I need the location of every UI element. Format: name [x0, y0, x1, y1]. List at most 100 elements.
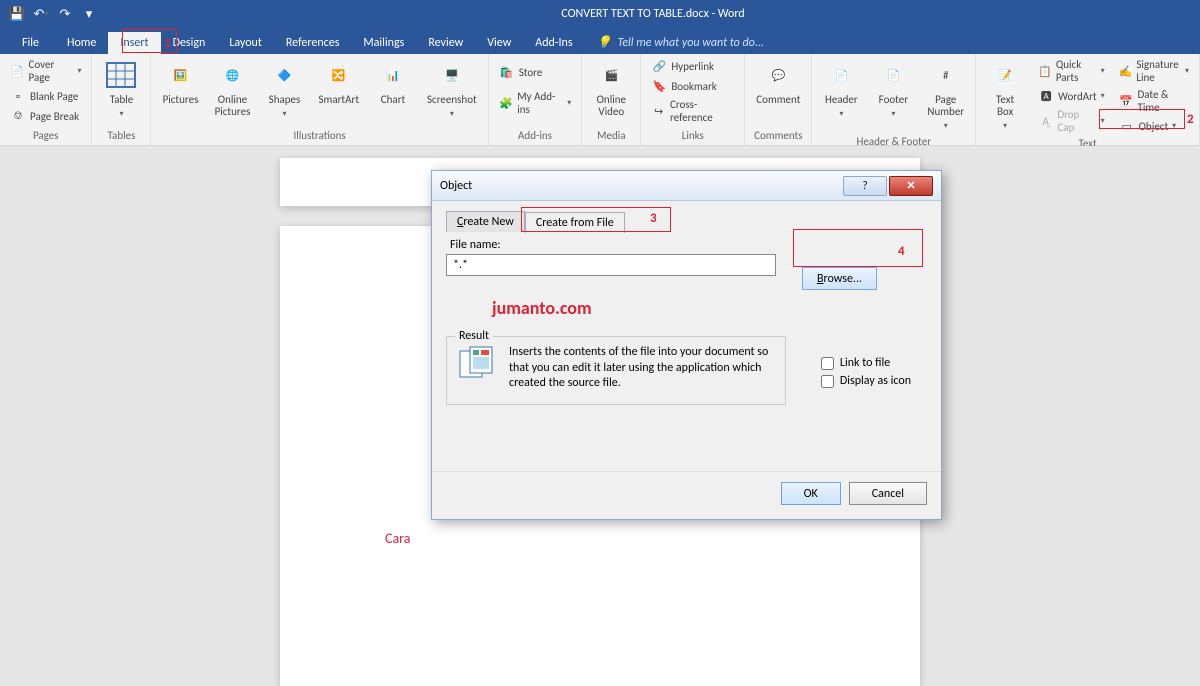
screenshot-button[interactable]: 🖥️Screenshot	[424, 57, 480, 121]
tab-addins[interactable]: Add-Ins	[523, 32, 584, 54]
group-label-addins: Add-ins	[497, 127, 574, 145]
group-label-links: Links	[649, 127, 736, 145]
drop-cap-button[interactable]: A̲Drop Cap	[1036, 107, 1107, 135]
result-text: Inserts the contents of the file into yo…	[509, 345, 775, 392]
group-label-tables: Tables	[100, 127, 142, 145]
screenshot-icon: 🖥️	[436, 59, 468, 91]
tab-references[interactable]: References	[274, 32, 352, 54]
save-button[interactable]: 💾	[6, 3, 28, 25]
header-button[interactable]: 📄Header	[820, 57, 862, 121]
tab-mailings[interactable]: Mailings	[351, 32, 416, 54]
tell-me-placeholder: Tell me what you want to do...	[617, 36, 763, 50]
comment-button[interactable]: 💬Comment	[753, 57, 803, 108]
quick-parts-button[interactable]: 📋Quick Parts	[1036, 57, 1107, 85]
cover-page-button[interactable]: 📄Cover Page	[8, 57, 83, 85]
smartart-icon: 🔀	[323, 59, 355, 91]
quick-access-toolbar: 💾 ↶ ↷ ▾	[0, 3, 106, 25]
tab-review[interactable]: Review	[416, 32, 475, 54]
tab-file[interactable]: File	[6, 32, 55, 54]
chart-button[interactable]: 📊Chart	[372, 57, 414, 108]
tab-create-new[interactable]: CCreate Newreate New	[446, 211, 525, 232]
video-icon: 🎬	[595, 59, 627, 91]
redo-button[interactable]: ↷	[54, 3, 76, 25]
partial-text-cara: Cara	[385, 530, 410, 547]
page-break-button[interactable]: ⎊Page Break	[8, 107, 83, 125]
group-label-pages: Pages	[8, 127, 83, 145]
table-button[interactable]: Table	[100, 57, 142, 121]
object-dialog: Object ? ✕ CCreate Newreate New Create f…	[431, 170, 942, 520]
group-comments: 💬Comment Comments	[745, 54, 812, 145]
hyperlink-button[interactable]: 🔗Hyperlink	[649, 57, 736, 75]
bookmark-button[interactable]: 🔖Bookmark	[649, 77, 736, 95]
callout-number-1: 1	[164, 36, 171, 51]
wordart-button[interactable]: 🅰WordArt	[1036, 87, 1107, 105]
display-as-icon-checkbox[interactable]: Display as icon	[821, 374, 911, 388]
group-pages: 📄Cover Page ▫Blank Page ⎊Page Break Page…	[0, 54, 92, 145]
cancel-button[interactable]: Cancel	[849, 482, 927, 505]
cross-reference-button[interactable]: ↪Cross-reference	[649, 97, 736, 125]
qat-customize-icon[interactable]: ▾	[78, 3, 100, 25]
cross-reference-icon: ↪	[651, 103, 666, 119]
tab-layout[interactable]: Layout	[217, 32, 274, 54]
dialog-close-button[interactable]: ✕	[889, 176, 933, 196]
pictures-icon: 🖼️	[164, 59, 196, 91]
tab-insert[interactable]: Insert	[108, 32, 160, 54]
dialog-help-button[interactable]: ?	[843, 176, 887, 196]
object-icon: ▭	[1119, 118, 1135, 134]
quick-parts-icon: 📋	[1038, 63, 1052, 79]
result-icon	[457, 345, 499, 383]
wordart-icon: 🅰	[1038, 88, 1054, 104]
date-time-button[interactable]: 📅Date & Time	[1117, 87, 1191, 115]
group-tables: Table Tables	[92, 54, 151, 145]
text-box-button[interactable]: 📝Text Box	[984, 57, 1026, 133]
file-name-input[interactable]	[446, 254, 776, 276]
cover-page-icon: 📄	[10, 63, 25, 79]
dialog-titlebar: Object ? ✕	[432, 171, 941, 201]
my-addins-icon: 🧩	[499, 95, 514, 111]
ribbon-tabs: File Home Insert Design Layout Reference…	[0, 28, 1200, 54]
store-button[interactable]: 🛍️Store	[497, 63, 574, 81]
lightbulb-icon: 💡	[597, 35, 612, 50]
shapes-icon: 🔷	[268, 59, 300, 91]
undo-button[interactable]: ↶	[30, 3, 52, 25]
tab-create-from-file[interactable]: Create from File	[525, 212, 625, 233]
tell-me-search[interactable]: 💡 Tell me what you want to do...	[597, 35, 764, 54]
smartart-button[interactable]: 🔀SmartArt	[315, 57, 362, 108]
browse-button[interactable]: Browse...	[802, 267, 877, 290]
tab-view[interactable]: View	[475, 32, 523, 54]
blank-page-button[interactable]: ▫Blank Page	[8, 87, 83, 105]
callout-number-2: 2	[1187, 112, 1194, 127]
callout-number-4: 4	[898, 244, 905, 259]
group-media: 🎬Online Video Media	[582, 54, 641, 145]
dialog-body: CCreate Newreate New Create from File Fi…	[432, 201, 941, 471]
tab-home[interactable]: Home	[55, 32, 108, 54]
group-addins: 🛍️Store 🧩My Add-ins Add-ins	[489, 54, 583, 145]
pictures-button[interactable]: 🖼️Pictures	[159, 57, 201, 108]
result-fieldset: Result Inserts the contents of the file …	[446, 336, 786, 405]
footer-button[interactable]: 📄Footer	[872, 57, 914, 121]
online-pictures-button[interactable]: 🌐Online Pictures	[211, 57, 253, 120]
callout-number-3: 3	[650, 211, 657, 226]
hyperlink-icon: 🔗	[651, 58, 667, 74]
group-links: 🔗Hyperlink 🔖Bookmark ↪Cross-reference Li…	[641, 54, 745, 145]
ok-button[interactable]: OK	[781, 482, 841, 505]
online-video-button[interactable]: 🎬Online Video	[590, 57, 632, 120]
table-icon	[105, 59, 137, 91]
page-number-button[interactable]: #Page Number	[924, 57, 967, 133]
store-icon: 🛍️	[499, 64, 515, 80]
link-to-file-checkbox[interactable]: Link to file	[821, 356, 911, 370]
shapes-button[interactable]: 🔷Shapes	[263, 57, 305, 121]
file-name-label: File name:	[450, 238, 927, 252]
group-label-comments: Comments	[753, 127, 803, 145]
group-header-footer: 📄Header 📄Footer #Page Number Header & Fo…	[812, 54, 976, 145]
object-button[interactable]: ▭Object	[1117, 117, 1191, 135]
header-icon: 📄	[825, 59, 857, 91]
ribbon-body: 📄Cover Page ▫Blank Page ⎊Page Break Page…	[0, 54, 1200, 146]
dialog-title: Object	[440, 179, 472, 193]
titlebar: 💾 ↶ ↷ ▾ CONVERT TEXT TO TABLE.docx - Wor…	[0, 0, 1200, 28]
signature-line-button[interactable]: ✍Signature Line	[1117, 57, 1191, 85]
signature-icon: ✍	[1119, 63, 1133, 79]
my-addins-button[interactable]: 🧩My Add-ins	[497, 89, 574, 117]
comment-icon: 💬	[762, 59, 794, 91]
date-time-icon: 📅	[1119, 93, 1134, 109]
